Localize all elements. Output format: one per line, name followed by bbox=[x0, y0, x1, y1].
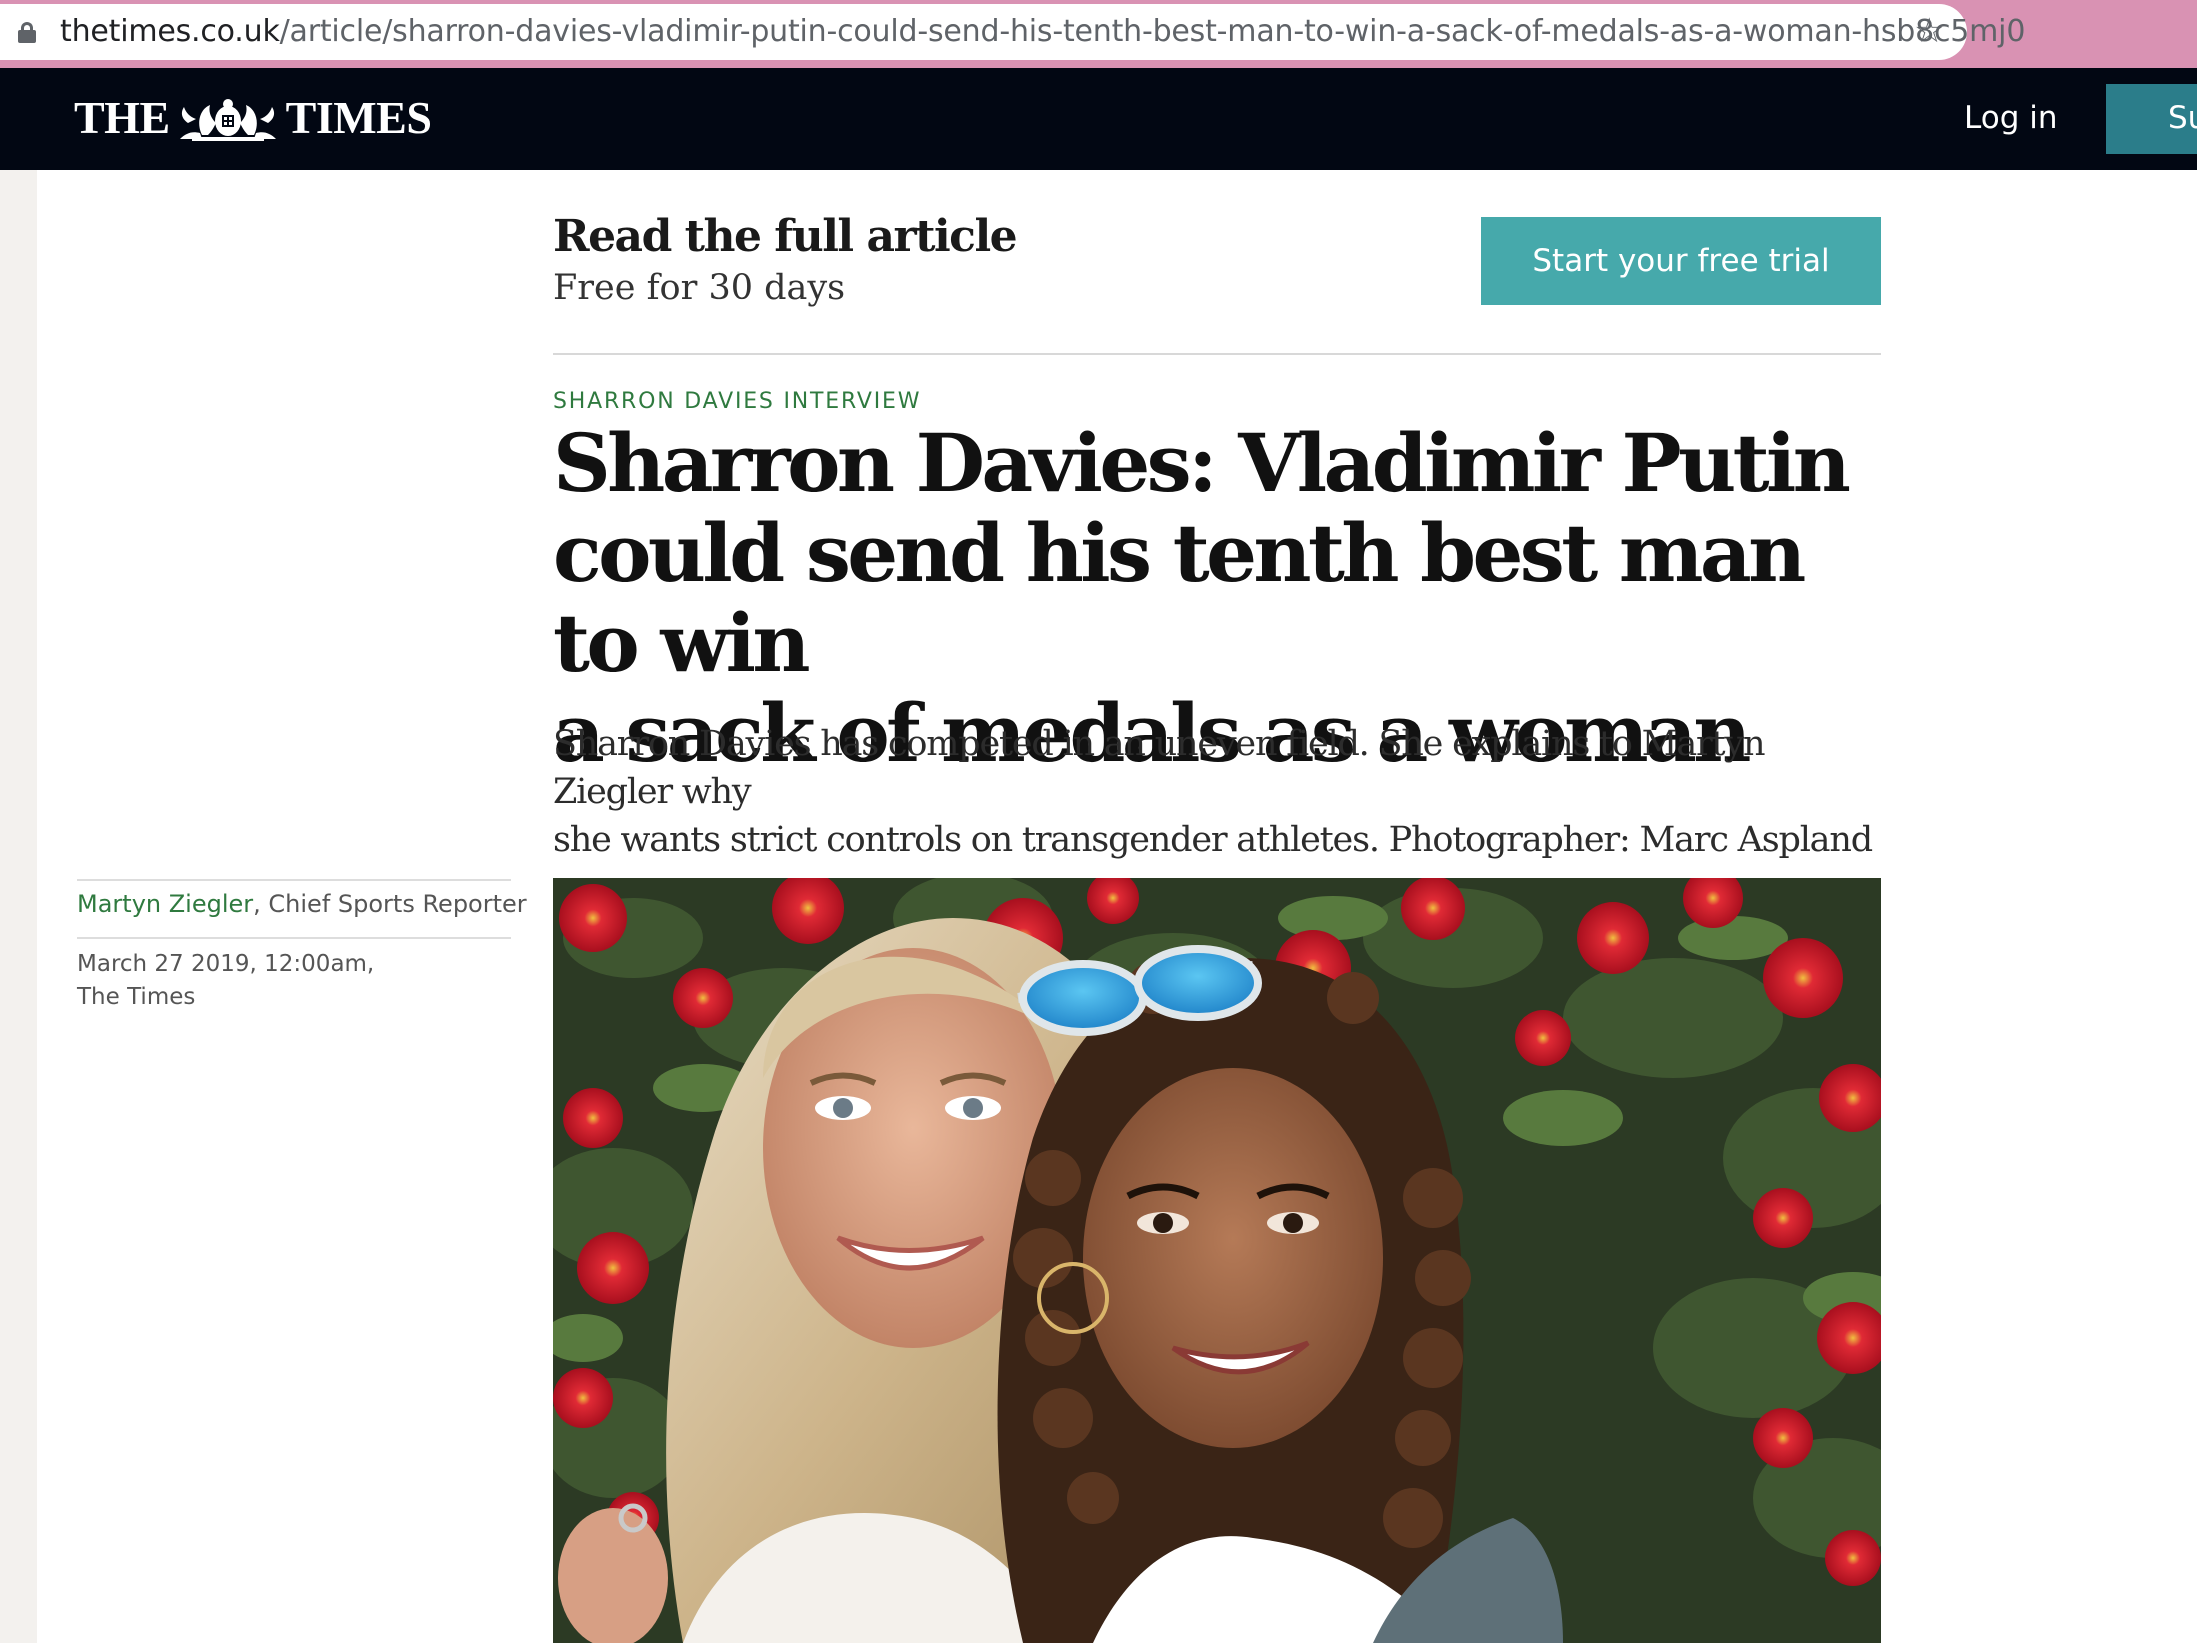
standfirst-line: Sharron Davies has competed in an uneven… bbox=[553, 724, 1765, 812]
byline-divider bbox=[77, 937, 511, 939]
dateline: March 27 2019, 12:00am, The Times bbox=[77, 948, 374, 1014]
url-path: /article/sharron-davies-vladimir-putin-c… bbox=[279, 14, 2026, 49]
publication-name: The Times bbox=[77, 984, 196, 1010]
author-link[interactable]: Martyn Ziegler bbox=[77, 890, 253, 918]
lock-icon[interactable] bbox=[18, 22, 36, 43]
subscribe-button[interactable]: Su bbox=[2106, 84, 2197, 154]
bookmark-star-icon[interactable]: ☆ bbox=[1914, 14, 1944, 48]
article-standfirst: Sharron Davies has competed in an uneven… bbox=[553, 720, 1893, 864]
login-link[interactable]: Log in bbox=[1964, 96, 2057, 140]
promo-subtitle: Free for 30 days bbox=[553, 268, 846, 308]
standfirst-line: she wants strict controls on transgender… bbox=[553, 820, 1873, 860]
logo-word-the: THE bbox=[74, 92, 170, 143]
times-logo[interactable]: THE TIMES bbox=[74, 92, 432, 144]
byline: Martyn Ziegler, Chief Sports Reporter bbox=[77, 887, 527, 921]
royal-crest-icon bbox=[179, 99, 276, 141]
publish-date: March 27 2019, 12:00am, bbox=[77, 951, 375, 977]
author-role: , Chief Sports Reporter bbox=[253, 890, 527, 918]
url-domain: thetimes.co.uk bbox=[60, 14, 280, 49]
start-free-trial-button[interactable]: Start your free trial bbox=[1481, 217, 1881, 305]
byline-divider bbox=[77, 879, 511, 881]
article-hero-photo bbox=[553, 878, 1881, 1643]
article-page: Read the full article Free for 30 days S… bbox=[37, 170, 2197, 1643]
address-bar[interactable]: thetimes.co.uk/article/sharron-davies-vl… bbox=[0, 4, 2025, 60]
headline-line: Sharron Davies: Vladimir Putin bbox=[553, 416, 1851, 510]
promo-divider bbox=[553, 353, 1881, 355]
logo-word-times: TIMES bbox=[285, 92, 432, 143]
site-header: THE TIMES Log in Su bbox=[0, 68, 2197, 170]
subscribe-label: Su bbox=[2168, 100, 2197, 136]
promo-title: Read the full article bbox=[553, 211, 1018, 262]
browser-toolbar: thetimes.co.uk/article/sharron-davies-vl… bbox=[0, 0, 2197, 68]
article-kicker[interactable]: SHARRON DAVIES INTERVIEW bbox=[553, 388, 921, 416]
headline-line: could send his tenth best man to win bbox=[553, 506, 1806, 690]
url-text[interactable]: thetimes.co.uk/article/sharron-davies-vl… bbox=[60, 16, 2025, 48]
